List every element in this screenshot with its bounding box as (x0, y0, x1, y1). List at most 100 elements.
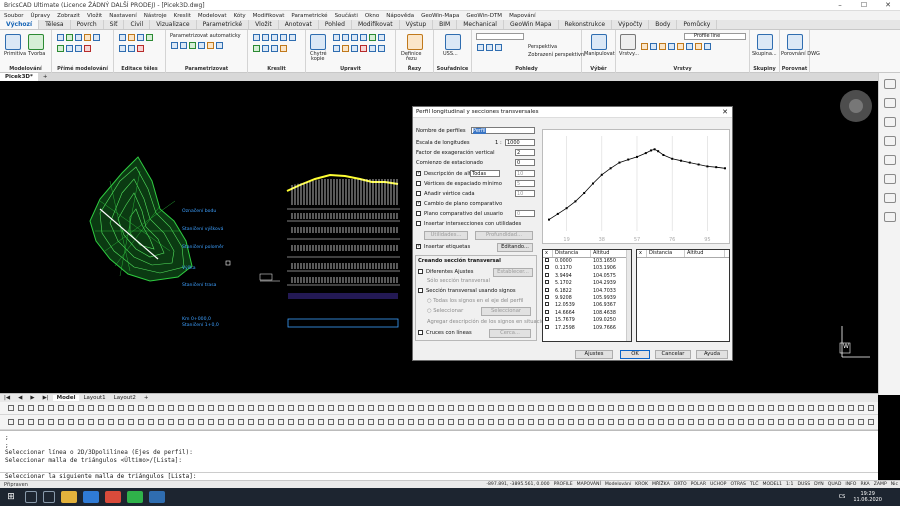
menu-item[interactable]: Zobrazit (57, 13, 80, 19)
tab-nav-prev[interactable]: ◀ (14, 395, 26, 401)
ribbon-tab[interactable]: Tělesa (39, 20, 71, 29)
establecer-button[interactable]: Establecer... (493, 268, 533, 277)
command-input[interactable]: Seleccionar la siguiente malla de triáng… (0, 472, 878, 480)
row-checkbox[interactable]: ✓ (543, 272, 553, 280)
table-row[interactable]: ✓17.2598 109.7666 (543, 324, 631, 332)
toolbar-button-icon[interactable] (358, 419, 364, 425)
toolbar-button-icon[interactable] (278, 419, 284, 425)
ribbon-tab[interactable]: Výstup (400, 20, 434, 29)
row-checkbox[interactable]: ✓ (543, 258, 553, 265)
profile-table[interactable]: x Distancia Altitud ✓0.0000103.1650✓0.11… (542, 249, 632, 342)
lightbulb-icon[interactable] (883, 79, 896, 89)
clean-icon[interactable] (137, 45, 144, 52)
ribbon-tab[interactable]: Civil (124, 20, 151, 29)
toolbar-button-icon[interactable] (128, 405, 134, 411)
toolbar-button-icon[interactable] (348, 405, 354, 411)
constraint-icon[interactable] (171, 42, 178, 49)
toolbar-button-icon[interactable] (408, 405, 414, 411)
toolbar-button-icon[interactable] (708, 405, 714, 411)
arc-icon[interactable] (271, 34, 278, 41)
parallel-icon[interactable] (189, 42, 196, 49)
cambio-checkbox[interactable]: ✓ (416, 201, 421, 206)
toolbar-button-icon[interactable] (518, 405, 524, 411)
status-toggle[interactable]: ZAMP (874, 482, 887, 487)
toolbar-button-icon[interactable] (758, 419, 764, 425)
task-view-icon[interactable] (43, 491, 55, 503)
ribbon-tab[interactable]: Pohled (319, 20, 352, 29)
subtract-icon[interactable] (128, 34, 135, 41)
properties-icon[interactable] (883, 98, 896, 108)
layer-iso-icon[interactable] (677, 43, 684, 50)
status-toggle[interactable]: KROK (635, 482, 648, 487)
toolbar-button-icon[interactable] (638, 419, 644, 425)
row-checkbox[interactable]: ✓ (543, 302, 553, 309)
menu-item[interactable]: Soubor (4, 13, 23, 19)
toolbar-button-icon[interactable] (678, 419, 684, 425)
toolbar-button-icon[interactable] (778, 419, 784, 425)
toolbar-button-icon[interactable] (88, 419, 94, 425)
toolbar-button-icon[interactable] (728, 405, 734, 411)
toolbar-button-icon[interactable] (128, 419, 134, 425)
toolbar-button-icon[interactable] (738, 405, 744, 411)
table-row[interactable]: ✓6.1822 104.7033 (543, 287, 631, 295)
perpendicular-icon[interactable] (198, 42, 205, 49)
tab-nav-first[interactable]: |◀ (0, 395, 14, 401)
toolbar-button-icon[interactable] (778, 405, 784, 411)
toolbar-button-icon[interactable] (68, 405, 74, 411)
doc-tab-picek3d[interactable]: Picek3D* (0, 73, 38, 81)
toolbar-button-icon[interactable] (98, 405, 104, 411)
ayuda-button[interactable]: Ayuda (696, 350, 728, 359)
ribbon-tab[interactable]: Pomůcky (677, 20, 718, 29)
toolbar-button-icon[interactable] (568, 405, 574, 411)
toolbar-button-icon[interactable] (668, 405, 674, 411)
table-row[interactable]: ✓5.1702 104.2939 (543, 280, 631, 287)
table-row[interactable]: ✓12.0539 106.9367 (543, 302, 631, 309)
toolbar-button-icon[interactable] (768, 405, 774, 411)
toolbar-button-icon[interactable] (548, 419, 554, 425)
toolbar-button-icon[interactable] (498, 405, 504, 411)
file-explorer-icon[interactable] (61, 491, 77, 503)
toolbar-button-icon[interactable] (758, 405, 764, 411)
status-toggle[interactable]: UCHOP (710, 482, 726, 487)
language-indicator[interactable]: CS (839, 494, 846, 500)
toolbar-button-icon[interactable] (718, 419, 724, 425)
toolbar-button-icon[interactable] (248, 405, 254, 411)
menu-item[interactable]: Kóty (234, 13, 246, 19)
desc-altura-input[interactable]: 10 (515, 170, 535, 177)
toolbar-button-icon[interactable] (538, 405, 544, 411)
table-row[interactable]: ✓3.9494 104.0575 (543, 272, 631, 280)
group-icon[interactable] (757, 34, 773, 50)
toolbar-button-icon[interactable] (78, 419, 84, 425)
toolbar-button-icon[interactable] (148, 419, 154, 425)
toolbar-button-icon[interactable] (298, 419, 304, 425)
offset-icon[interactable] (342, 45, 349, 52)
toolbar-button-icon[interactable] (478, 405, 484, 411)
cloud-icon[interactable] (883, 212, 896, 222)
toolbar-button-icon[interactable] (388, 419, 394, 425)
ribbon-tab[interactable]: Povrch (71, 20, 104, 29)
layers-icon[interactable] (620, 34, 636, 50)
toolbar-button-icon[interactable] (848, 419, 854, 425)
toolbar-button-icon[interactable] (158, 405, 164, 411)
toolbar-button-icon[interactable] (428, 405, 434, 411)
toolbar-button-icon[interactable] (258, 405, 264, 411)
intersect-icon[interactable] (137, 34, 144, 41)
toolbar-button-icon[interactable] (218, 419, 224, 425)
toolbar-button-icon[interactable] (628, 405, 634, 411)
point-icon[interactable] (280, 45, 287, 52)
toolbar-button-icon[interactable] (488, 419, 494, 425)
extend-icon[interactable] (333, 45, 340, 52)
ajustes-button[interactable]: Ajustes (575, 350, 613, 359)
manipulate-icon[interactable] (591, 34, 607, 50)
menu-item[interactable]: Součásti (335, 13, 358, 19)
anadir-input[interactable]: 10 (515, 190, 535, 197)
profundidad-button[interactable]: Profundidad... (475, 231, 533, 240)
status-toggle[interactable]: POLAR (691, 482, 706, 487)
status-toggle[interactable]: Modelování (605, 482, 631, 487)
toolbar-button-icon[interactable] (858, 405, 864, 411)
view-iso-icon[interactable] (495, 44, 502, 51)
toolbar-button-icon[interactable] (858, 419, 864, 425)
layer-match-icon[interactable] (686, 43, 693, 50)
chrome-icon[interactable] (105, 491, 121, 503)
toolbar-button-icon[interactable] (218, 405, 224, 411)
